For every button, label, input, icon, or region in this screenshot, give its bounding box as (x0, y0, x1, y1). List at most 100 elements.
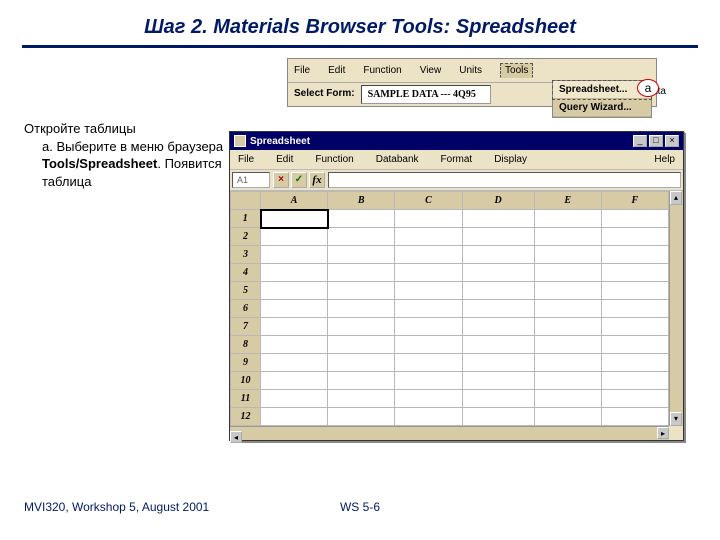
grid-corner[interactable] (231, 192, 261, 210)
cell[interactable] (462, 372, 534, 390)
cell[interactable] (261, 246, 328, 264)
cell[interactable] (534, 390, 601, 408)
cell[interactable] (395, 246, 462, 264)
cell[interactable] (601, 300, 668, 318)
cell[interactable] (534, 336, 601, 354)
col-header[interactable]: E (534, 192, 601, 210)
cell[interactable] (534, 372, 601, 390)
menu-units[interactable]: Units (459, 65, 490, 76)
cell[interactable] (328, 318, 395, 336)
cell[interactable] (328, 390, 395, 408)
scroll-left-icon[interactable]: ◂ (230, 431, 242, 443)
cell[interactable] (534, 300, 601, 318)
cell[interactable] (261, 318, 328, 336)
cell[interactable] (601, 282, 668, 300)
cell[interactable] (261, 390, 328, 408)
cell[interactable] (395, 228, 462, 246)
ss-menu-function[interactable]: Function (315, 154, 353, 165)
menu-edit[interactable]: Edit (328, 65, 353, 76)
cell[interactable] (534, 354, 601, 372)
row-header[interactable]: 11 (231, 390, 261, 408)
menu-view[interactable]: View (420, 65, 450, 76)
cell[interactable] (395, 336, 462, 354)
window-min-button[interactable]: _ (633, 135, 647, 147)
cell[interactable] (328, 372, 395, 390)
cell[interactable] (395, 372, 462, 390)
row-header[interactable]: 12 (231, 408, 261, 426)
col-header[interactable]: F (601, 192, 668, 210)
window-max-button[interactable]: □ (649, 135, 663, 147)
cell[interactable] (395, 318, 462, 336)
cell[interactable] (328, 336, 395, 354)
cell[interactable] (328, 408, 395, 426)
cell[interactable] (395, 354, 462, 372)
menu-tools[interactable]: Tools (500, 63, 533, 78)
cell[interactable] (261, 354, 328, 372)
row-header[interactable]: 8 (231, 336, 261, 354)
cell[interactable] (261, 228, 328, 246)
cell[interactable] (601, 210, 668, 228)
scroll-down-icon[interactable]: ▾ (670, 412, 682, 426)
cell[interactable] (328, 354, 395, 372)
col-header[interactable]: B (328, 192, 395, 210)
cell[interactable] (261, 336, 328, 354)
spreadsheet-grid[interactable]: A B C D E F 1 2 3 4 5 (230, 191, 669, 426)
cell[interactable] (534, 228, 601, 246)
cell[interactable] (601, 228, 668, 246)
cell[interactable] (395, 408, 462, 426)
cell[interactable] (534, 210, 601, 228)
cell[interactable] (462, 336, 534, 354)
cell[interactable] (462, 282, 534, 300)
cell[interactable] (328, 228, 395, 246)
cell[interactable] (395, 300, 462, 318)
confirm-check-icon[interactable]: ✓ (291, 172, 307, 188)
row-header[interactable]: 5 (231, 282, 261, 300)
menu-file[interactable]: File (294, 65, 318, 76)
cell-reference-box[interactable]: A1 (232, 172, 270, 188)
cell[interactable] (601, 318, 668, 336)
vertical-scrollbar[interactable]: ▴ ▾ (669, 191, 683, 426)
cell[interactable] (534, 264, 601, 282)
ss-menu-help[interactable]: Help (654, 154, 675, 165)
cell[interactable] (534, 408, 601, 426)
cell[interactable] (601, 372, 668, 390)
row-header[interactable]: 2 (231, 228, 261, 246)
row-header[interactable]: 1 (231, 210, 261, 228)
cell[interactable] (395, 210, 462, 228)
cell[interactable] (462, 228, 534, 246)
cell[interactable] (462, 264, 534, 282)
select-form-value[interactable]: SAMPLE DATA --- 4Q95 (361, 85, 491, 104)
fx-icon[interactable]: fx (309, 172, 325, 188)
col-header[interactable]: D (462, 192, 534, 210)
tools-query-wizard-item[interactable]: Query Wizard... (553, 99, 651, 117)
row-header[interactable]: 7 (231, 318, 261, 336)
formula-input[interactable] (328, 172, 681, 188)
cell[interactable] (462, 210, 534, 228)
col-header[interactable]: A (261, 192, 328, 210)
cell[interactable] (395, 264, 462, 282)
ss-menu-format[interactable]: Format (441, 154, 473, 165)
cell[interactable] (261, 264, 328, 282)
cell[interactable] (328, 282, 395, 300)
cell[interactable] (328, 264, 395, 282)
cell[interactable] (462, 390, 534, 408)
row-header[interactable]: 3 (231, 246, 261, 264)
cell[interactable] (601, 354, 668, 372)
cell[interactable] (534, 318, 601, 336)
cell[interactable] (601, 390, 668, 408)
cell[interactable] (261, 372, 328, 390)
ss-menu-edit[interactable]: Edit (276, 154, 293, 165)
cell[interactable] (328, 210, 395, 228)
scroll-right-icon[interactable]: ▸ (657, 427, 669, 439)
row-header[interactable]: 4 (231, 264, 261, 282)
ss-menu-databank[interactable]: Databank (376, 154, 419, 165)
cell[interactable] (462, 318, 534, 336)
cell[interactable] (395, 282, 462, 300)
cell[interactable] (462, 300, 534, 318)
menu-function[interactable]: Function (363, 65, 409, 76)
row-header[interactable]: 10 (231, 372, 261, 390)
scroll-up-icon[interactable]: ▴ (670, 191, 682, 205)
cell[interactable] (328, 300, 395, 318)
cell[interactable] (395, 390, 462, 408)
col-header[interactable]: C (395, 192, 462, 210)
